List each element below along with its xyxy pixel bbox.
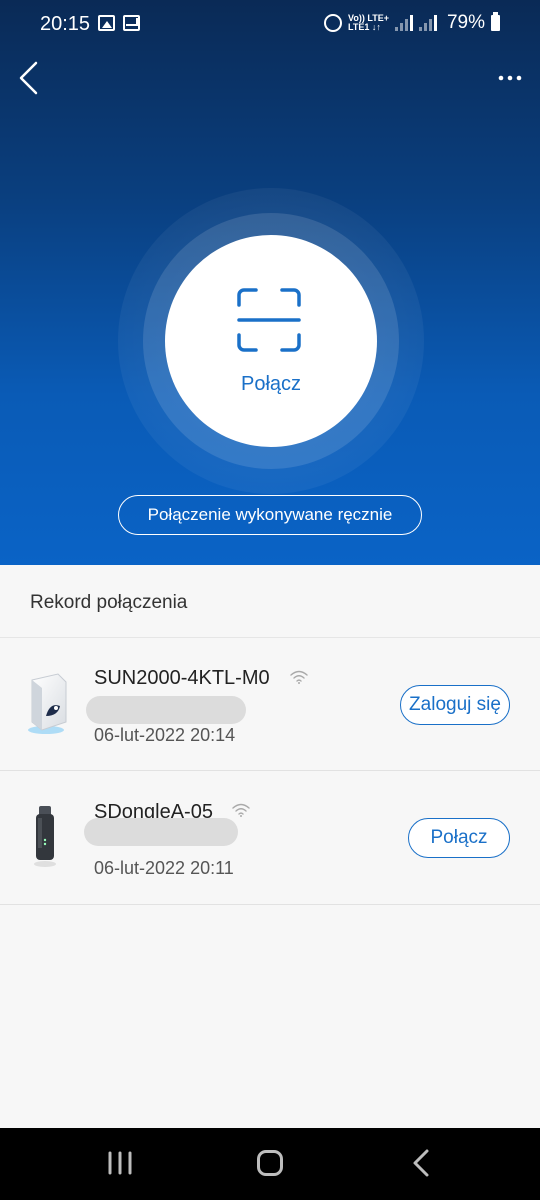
manual-connection-button[interactable]: Połączenie wykonywane ręcznie — [118, 495, 422, 535]
battery-percent: 79% — [446, 12, 485, 33]
list-item[interactable]: SDongleA-05 06-lut-2022 20:11 Połącz — [0, 772, 540, 905]
signal-icon — [394, 15, 413, 31]
chevron-left-icon[interactable] — [16, 60, 46, 96]
hero-header: 20:15 Vo)) LTE+ LTE1 ↓↑ 79% Połącz Połąc… — [0, 0, 540, 565]
gallery-icon — [98, 15, 115, 31]
signal-2-icon — [418, 15, 437, 31]
device-date: 06-lut-2022 20:14 — [94, 725, 236, 745]
status-bar: 20:15 Vo)) LTE+ LTE1 ↓↑ 79% — [0, 0, 540, 50]
inverter-device-icon — [28, 673, 67, 734]
home-icon[interactable] — [257, 1150, 283, 1176]
back-nav-icon[interactable] — [410, 1148, 432, 1178]
battery-icon — [491, 12, 500, 31]
wifi-icon — [290, 670, 308, 684]
connect-scan-button[interactable]: Połącz — [165, 235, 377, 447]
device-date: 06-lut-2022 20:11 — [94, 858, 234, 878]
system-nav-bar — [0, 1128, 540, 1200]
outlook-icon — [123, 15, 140, 31]
network-type-label: Vo)) LTE+ LTE1 ↓↑ — [348, 13, 389, 32]
device-name: SUN2000-4KTL-M0 — [94, 667, 270, 689]
list-item[interactable]: SUN2000-4KTL-M0 06-lut-2022 20:14 Zalogu… — [0, 638, 540, 771]
status-time: 20:15 — [40, 13, 91, 35]
records-header: Rekord połączenia — [0, 565, 540, 638]
status-system-icons: Vo)) LTE+ LTE1 ↓↑ 79% — [324, 12, 500, 34]
records-title: Rekord połączenia — [30, 592, 188, 613]
scan-frame-icon — [237, 288, 301, 352]
status-notification-icons — [98, 15, 140, 31]
redacted-serial — [86, 696, 246, 724]
redacted-serial — [84, 818, 238, 846]
wifi-icon — [232, 803, 250, 817]
recent-apps-icon[interactable] — [106, 1150, 134, 1176]
connect-button[interactable]: Połącz — [408, 818, 510, 858]
login-button[interactable]: Zaloguj się — [400, 685, 510, 725]
more-horizontal-icon[interactable] — [498, 70, 522, 86]
dongle-device-icon — [34, 806, 56, 867]
alarm-icon — [324, 14, 343, 32]
connect-label: Połącz — [240, 373, 302, 395]
